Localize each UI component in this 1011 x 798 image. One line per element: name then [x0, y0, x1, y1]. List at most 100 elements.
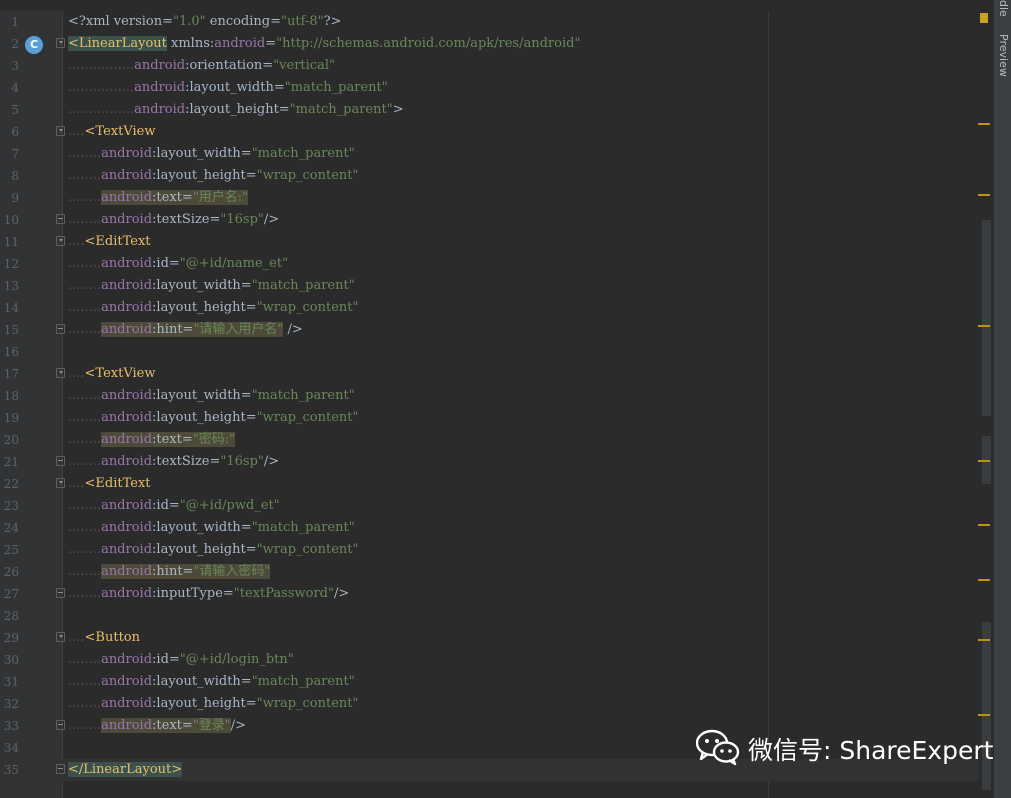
fold-end-icon[interactable]: [56, 764, 65, 774]
code-text[interactable]: ................android:layout_height="m…: [68, 99, 404, 121]
code-line[interactable]: 17 ....<TextView: [0, 363, 979, 385]
code-text[interactable]: ........android:text="密码:": [68, 429, 236, 451]
code-line[interactable]: 4 ................android:layout_width="m…: [0, 77, 979, 99]
fold-expand-icon[interactable]: [56, 126, 65, 136]
editor-top-strip: [0, 0, 993, 11]
code-text[interactable]: ................android:layout_width="ma…: [68, 77, 388, 99]
code-text[interactable]: ....<TextView: [68, 121, 155, 143]
code-text[interactable]: ........android:hint="请输入用户名" />: [68, 319, 303, 341]
fold-expand-icon[interactable]: [56, 478, 65, 488]
fold-expand-icon[interactable]: [56, 236, 65, 246]
code-token: :id=: [152, 652, 180, 667]
analysis-status-icon[interactable]: [980, 13, 988, 23]
code-line[interactable]: 10 ........android:textSize="16sp"/>: [0, 209, 979, 231]
code-line[interactable]: 11 ....<EditText: [0, 231, 979, 253]
code-text[interactable]: ....<EditText: [68, 231, 151, 253]
code-line[interactable]: 16: [0, 341, 979, 363]
code-line[interactable]: 25 ........android:layout_height="wrap_co…: [0, 539, 979, 561]
code-line[interactable]: 8 ........android:layout_height="wrap_con…: [0, 165, 979, 187]
code-text[interactable]: ........android:layout_width="match_pare…: [68, 143, 355, 165]
fold-end-icon[interactable]: [56, 456, 65, 466]
code-lines[interactable]: 1 <?xml version="1.0" encoding="utf-8"?> 2…: [0, 11, 979, 781]
code-text[interactable]: <?xml version="1.0" encoding="utf-8"?>: [68, 11, 341, 33]
code-text[interactable]: ........android:layout_height="wrap_cont…: [68, 165, 359, 187]
preview-tab[interactable]: Preview: [994, 34, 1011, 96]
code-line[interactable]: 3 ................android:orientation="ve…: [0, 55, 979, 77]
code-line[interactable]: 30 ........android:id="@+id/login_btn": [0, 649, 979, 671]
code-token: "match_parent": [289, 102, 393, 117]
code-text[interactable]: ........android:layout_height="wrap_cont…: [68, 693, 359, 715]
fold-expand-icon[interactable]: [56, 368, 65, 378]
code-line[interactable]: 32 ........android:layout_height="wrap_co…: [0, 693, 979, 715]
code-line[interactable]: 14 ........android:layout_height="wrap_co…: [0, 297, 979, 319]
code-line[interactable]: 6 ....<TextView: [0, 121, 979, 143]
code-token: ........: [68, 256, 102, 271]
code-token: ........: [68, 388, 102, 403]
code-text[interactable]: ........android:layout_width="match_pare…: [68, 275, 355, 297]
code-token: <TextView: [84, 366, 156, 381]
fold-expand-icon[interactable]: [56, 38, 65, 48]
code-line[interactable]: 7 ........android:layout_width="match_par…: [0, 143, 979, 165]
code-text[interactable]: ................android:orientation="ver…: [68, 55, 335, 77]
stripe-warning-mark[interactable]: [978, 194, 990, 196]
code-line[interactable]: 18 ........android:layout_width="match_pa…: [0, 385, 979, 407]
code-text[interactable]: ........android:text="登录"/>: [68, 715, 246, 737]
code-line[interactable]: 24 ........android:layout_width="match_pa…: [0, 517, 979, 539]
stripe-warning-mark[interactable]: [978, 579, 990, 581]
fold-end-icon[interactable]: [56, 324, 65, 334]
code-line[interactable]: 19 ........android:layout_height="wrap_co…: [0, 407, 979, 429]
code-line[interactable]: 23 ........android:id="@+id/pwd_et": [0, 495, 979, 517]
code-line[interactable]: 2 C <LinearLayout xmlns:android="http://sc…: [0, 33, 979, 55]
code-line[interactable]: 13 ........android:layout_width="match_pa…: [0, 275, 979, 297]
code-text[interactable]: ........android:id="@+id/name_et": [68, 253, 288, 275]
fold-end-icon[interactable]: [56, 588, 65, 598]
code-line[interactable]: 28: [0, 605, 979, 627]
code-line[interactable]: 27 ........android:inputType="textPasswor…: [0, 583, 979, 605]
code-text[interactable]: ........android:id="@+id/pwd_et": [68, 495, 280, 517]
code-text[interactable]: ........android:layout_width="match_pare…: [68, 385, 355, 407]
code-text[interactable]: ....<Button: [68, 627, 140, 649]
code-text[interactable]: </LinearLayout>: [68, 759, 183, 781]
code-text[interactable]: ........android:hint="请输入密码": [68, 561, 271, 583]
code-line[interactable]: 26 ........android:hint="请输入密码": [0, 561, 979, 583]
code-token: ........: [68, 498, 102, 513]
code-text[interactable]: ........android:layout_height="wrap_cont…: [68, 539, 359, 561]
stripe-warning-mark[interactable]: [978, 639, 990, 641]
stripe-warning-mark[interactable]: [978, 714, 990, 716]
class-marker-icon[interactable]: C: [25, 36, 43, 54]
stripe-warning-mark[interactable]: [978, 460, 990, 462]
stripe-warning-mark[interactable]: [978, 524, 990, 526]
scrollbar-thumb[interactable]: [982, 220, 991, 416]
code-line[interactable]: 1 <?xml version="1.0" encoding="utf-8"?>: [0, 11, 979, 33]
code-line[interactable]: 20 ........android:text="密码:": [0, 429, 979, 451]
code-text[interactable]: ....<EditText: [68, 473, 151, 495]
gradle-tab[interactable]: dle: [994, 0, 1011, 18]
code-text[interactable]: <LinearLayout xmlns:android="http://sche…: [68, 33, 580, 55]
code-text[interactable]: ........android:layout_height="wrap_cont…: [68, 407, 359, 429]
stripe-warning-mark[interactable]: [978, 123, 990, 125]
code-line[interactable]: 31 ........android:layout_width="match_pa…: [0, 671, 979, 693]
code-text[interactable]: ........android:layout_height="wrap_cont…: [68, 297, 359, 319]
code-text[interactable]: ........android:inputType="textPassword"…: [68, 583, 349, 605]
code-line[interactable]: 22 ....<EditText: [0, 473, 979, 495]
code-text[interactable]: ........android:layout_width="match_pare…: [68, 517, 355, 539]
code-text[interactable]: ........android:textSize="16sp"/>: [68, 451, 279, 473]
code-text[interactable]: ........android:layout_width="match_pare…: [68, 671, 355, 693]
code-text[interactable]: ........android:textSize="16sp"/>: [68, 209, 279, 231]
code-text[interactable]: ........android:id="@+id/login_btn": [68, 649, 294, 671]
code-token: "vertical": [273, 58, 335, 73]
code-line[interactable]: 5 ................android:layout_height="…: [0, 99, 979, 121]
code-line[interactable]: 21 ........android:textSize="16sp"/>: [0, 451, 979, 473]
stripe-warning-mark[interactable]: [978, 325, 990, 327]
code-text[interactable]: ........android:text="用户名:": [68, 187, 249, 209]
code-line[interactable]: 15 ........android:hint="请输入用户名" />: [0, 319, 979, 341]
right-tool-window-bar: dle Preview: [993, 0, 1011, 798]
code-line[interactable]: 12 ........android:id="@+id/name_et": [0, 253, 979, 275]
fold-end-icon[interactable]: [56, 720, 65, 730]
fold-expand-icon[interactable]: [56, 632, 65, 642]
code-line[interactable]: 29 ....<Button: [0, 627, 979, 649]
preview-tab-label: Preview: [997, 34, 1010, 77]
fold-end-icon[interactable]: [56, 214, 65, 224]
code-line[interactable]: 9 ........android:text="用户名:": [0, 187, 979, 209]
code-text[interactable]: ....<TextView: [68, 363, 155, 385]
